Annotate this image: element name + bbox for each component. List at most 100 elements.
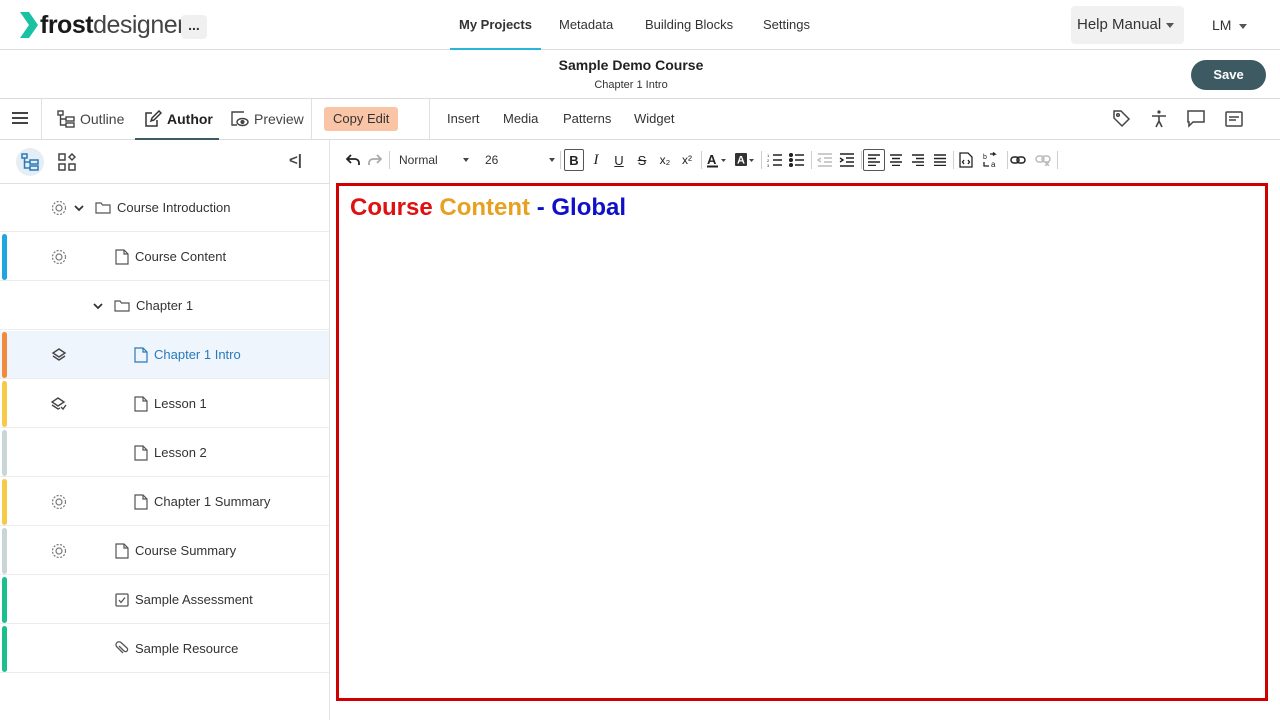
numbered-list-icon[interactable]: 123 (765, 149, 785, 171)
tree-item-sample-assessment[interactable]: Sample Assessment (0, 576, 329, 624)
tree-item-label: Lesson 1 (154, 396, 207, 411)
help-manual-dropdown[interactable]: Help Manual (1071, 6, 1184, 44)
status-circle-icon (51, 249, 67, 265)
align-center-icon[interactable] (887, 149, 905, 171)
tree-item-chapter-1-intro[interactable]: Chapter 1 Intro (0, 331, 329, 379)
tree-item-course-summary[interactable]: Course Summary (0, 527, 329, 575)
chevron-down-icon[interactable] (92, 300, 104, 312)
svg-text:3: 3 (767, 163, 770, 167)
tag-icon[interactable] (1112, 109, 1132, 129)
tree-item-chapter-1[interactable]: Chapter 1 (0, 282, 329, 330)
divider (1057, 151, 1058, 169)
status-stripe (2, 626, 7, 672)
bold-button[interactable]: B (564, 149, 584, 171)
divider (861, 151, 862, 169)
paragraph-style-select[interactable]: Normal (399, 149, 469, 171)
hamburger-menu-icon[interactable] (12, 112, 28, 126)
strikethrough-button[interactable]: S (633, 149, 651, 171)
tab-outline[interactable]: Outline (57, 99, 124, 139)
unlink-icon[interactable] (1033, 149, 1053, 171)
nav-building-blocks[interactable]: Building Blocks (645, 0, 733, 50)
rich-text-toolbar: Normal 26 B I U S x₂ x² A A 123 b a (335, 140, 1280, 180)
tree-item-sample-resource[interactable]: Sample Resource (0, 625, 329, 673)
superscript-button[interactable]: x² (677, 149, 697, 171)
source-code-icon[interactable] (956, 149, 976, 171)
folder-icon (114, 300, 130, 312)
accessibility-icon[interactable] (1149, 109, 1169, 129)
tab-preview[interactable]: Preview (230, 99, 304, 139)
divider (311, 99, 312, 139)
link-icon[interactable] (1008, 149, 1028, 171)
tree-item-lesson-1[interactable]: Lesson 1 (0, 380, 329, 428)
status-stripe (2, 479, 7, 525)
redo-icon[interactable] (367, 149, 383, 171)
svg-text:b: b (983, 154, 987, 161)
status-stripe (2, 381, 7, 427)
tab-outline-label: Outline (80, 111, 125, 127)
divider (560, 151, 561, 169)
tree-item-label: Chapter 1 Summary (154, 494, 271, 509)
copy-edit-button[interactable]: Copy Edit (324, 107, 399, 131)
text-color-icon[interactable]: A (705, 149, 729, 171)
tree-item-lesson-2[interactable]: Lesson 2 (0, 429, 329, 477)
tree-item-chapter-1-summary[interactable]: Chapter 1 Summary (0, 478, 329, 526)
chevron-down-icon[interactable] (73, 202, 85, 214)
status-circle-icon (51, 494, 67, 510)
sidebar-toolbar: <| (0, 140, 330, 184)
tree-item-label: Course Introduction (117, 200, 231, 215)
divider (41, 99, 42, 139)
frost-logo[interactable]: frostdesigner (20, 10, 185, 40)
outdent-icon[interactable] (815, 149, 835, 171)
editor-area: Normal 26 B I U S x₂ x² A A 123 b a Cour… (335, 140, 1280, 720)
outline-sidebar: <| Course Introduction Course Content Ch… (0, 140, 330, 720)
save-button[interactable]: Save (1191, 60, 1266, 90)
align-justify-icon[interactable] (931, 149, 949, 171)
bullet-list-icon[interactable] (787, 149, 807, 171)
content-heading[interactable]: Course Content - Global (350, 194, 626, 222)
divider (701, 151, 702, 169)
status-circle-icon (51, 200, 67, 216)
menu-patterns[interactable]: Patterns (563, 99, 611, 139)
subscript-button[interactable]: x₂ (655, 149, 675, 171)
undo-icon[interactable] (345, 149, 361, 171)
indent-icon[interactable] (837, 149, 857, 171)
chevron-down-icon (1166, 22, 1175, 28)
tree-view-button[interactable] (16, 148, 44, 176)
editor-canvas[interactable]: Course Content - Global (336, 183, 1268, 701)
tab-author[interactable]: Author (135, 99, 219, 140)
tree-item-label: Chapter 1 Intro (154, 347, 241, 362)
highlight-color-icon[interactable]: A (733, 149, 757, 171)
svg-text:A: A (737, 155, 745, 167)
grid-view-button[interactable] (53, 148, 81, 176)
folder-icon (95, 202, 111, 214)
chevron-down-icon (549, 158, 555, 162)
chevron-down-icon (463, 158, 469, 162)
menu-widget[interactable]: Widget (634, 99, 674, 139)
status-stripe (2, 234, 7, 280)
outline-tree-icon (57, 110, 75, 128)
nav-settings[interactable]: Settings (763, 0, 810, 50)
tree-item-label: Course Summary (135, 543, 237, 558)
course-header: Sample Demo Course Chapter 1 Intro Save (0, 50, 1280, 99)
menu-media[interactable]: Media (503, 99, 538, 139)
course-title: Sample Demo Course (558, 57, 704, 73)
tree-item-label: Sample Assessment (135, 592, 253, 607)
collapse-sidebar-icon[interactable]: <| (289, 152, 302, 169)
user-menu[interactable]: LM (1212, 6, 1248, 44)
align-right-icon[interactable] (909, 149, 927, 171)
align-left-icon[interactable] (863, 149, 885, 171)
menu-insert[interactable]: Insert (447, 99, 480, 139)
tree-item-course-introduction[interactable]: Course Introduction (0, 184, 329, 232)
tree-item-label: Sample Resource (135, 641, 239, 656)
more-menu-button[interactable]: ... (181, 15, 207, 39)
italic-button[interactable]: I (587, 149, 605, 171)
frost-chevron-icon (20, 12, 38, 38)
find-replace-icon[interactable]: ba (980, 149, 1002, 171)
comment-icon[interactable] (1186, 109, 1206, 129)
font-size-select[interactable]: 26 (485, 149, 555, 171)
underline-button[interactable]: U (610, 149, 628, 171)
nav-my-projects[interactable]: My Projects (450, 0, 541, 50)
notes-panel-icon[interactable] (1224, 109, 1244, 129)
tree-item-course-content[interactable]: Course Content (0, 233, 329, 281)
nav-metadata[interactable]: Metadata (559, 0, 613, 50)
